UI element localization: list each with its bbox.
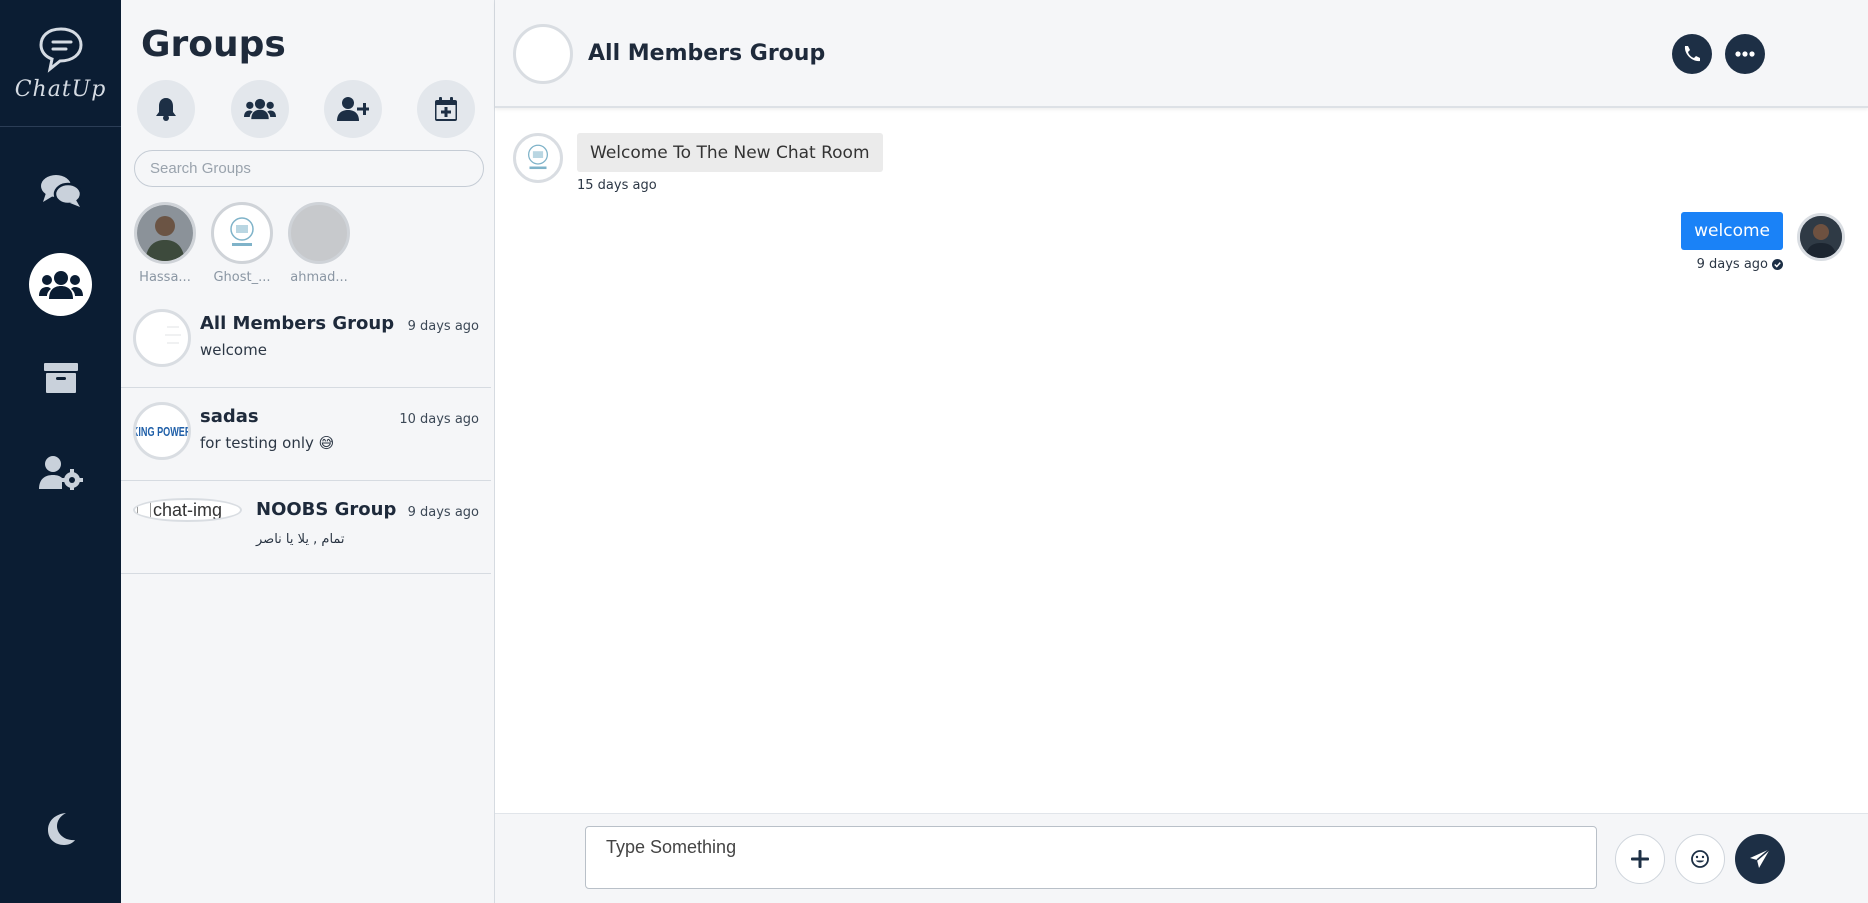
delivered-check-icon xyxy=(1772,259,1783,270)
emoji-icon xyxy=(1691,850,1709,868)
more-icon xyxy=(1735,51,1755,57)
rail-dark-mode-toggle[interactable] xyxy=(29,797,92,860)
chat-time: 9 days ago xyxy=(407,505,479,520)
message-meta: 9 days ago xyxy=(1697,257,1783,272)
chat-time: 10 days ago xyxy=(399,412,479,427)
my-avatar xyxy=(1797,213,1845,261)
calendar-plus-icon xyxy=(435,97,457,121)
call-button[interactable] xyxy=(1672,34,1712,74)
avatar-placeholder xyxy=(288,202,350,264)
groups-icon xyxy=(38,270,83,299)
search-groups-input[interactable] xyxy=(134,150,484,187)
rail-archive-button[interactable] xyxy=(29,346,92,409)
avatar xyxy=(211,202,273,264)
group-image-icon xyxy=(165,326,181,344)
chat-time: 9 days ago xyxy=(407,319,479,334)
user-plus-icon xyxy=(337,97,369,121)
emoji-button[interactable] xyxy=(1675,834,1725,884)
message-bubble: Welcome To The New Chat Room xyxy=(577,133,883,172)
message-input[interactable] xyxy=(585,826,1597,889)
chat-list-item[interactable]: chat-img NOOBS Group تمام , يلا يا ناصر … xyxy=(121,481,491,574)
plus-icon xyxy=(1631,850,1649,868)
send-icon xyxy=(1750,848,1771,868)
online-user[interactable]: Ghost_... xyxy=(211,202,273,285)
crest-logo-icon xyxy=(230,217,254,246)
app-logo[interactable]: ChatUp xyxy=(0,0,121,127)
chat-title: sadas xyxy=(200,406,259,427)
avatar xyxy=(134,202,196,264)
bell-icon xyxy=(156,98,176,121)
group-avatar-text: KING POWER xyxy=(133,423,191,439)
broken-image-icon xyxy=(137,502,151,518)
chat-icon xyxy=(40,174,82,207)
nav-rail: ChatUp xyxy=(0,0,121,903)
crest-logo-icon xyxy=(528,144,548,170)
message-time: 9 days ago xyxy=(1696,257,1768,272)
online-user-name: Ghost_... xyxy=(213,270,271,285)
sender-avatar xyxy=(513,133,563,183)
chat-title: NOOBS Group xyxy=(256,499,397,520)
chat-list-item[interactable]: KING POWER sadas for testing only 😅 10 d… xyxy=(121,388,491,481)
chat-list-item[interactable]: All Members Group welcome 9 days ago xyxy=(121,295,491,388)
rail-user-settings-button[interactable] xyxy=(29,441,92,504)
attach-button[interactable] xyxy=(1615,834,1665,884)
users-icon xyxy=(244,98,276,120)
online-user[interactable]: Hassa... xyxy=(134,202,196,285)
message-bubble: welcome xyxy=(1681,212,1783,250)
members-button[interactable] xyxy=(231,80,289,138)
chat-header-avatar[interactable] xyxy=(513,24,573,84)
chat-last-message: for testing only 😅 xyxy=(200,434,335,452)
user-settings-icon xyxy=(38,455,83,490)
groups-panel: Groups Search Groups Hassa... Ghost_... … xyxy=(121,0,495,903)
online-user[interactable]: ahmad... xyxy=(288,202,350,285)
message-composer xyxy=(495,813,1868,903)
logo-chat-icon xyxy=(38,26,83,73)
send-button[interactable] xyxy=(1735,834,1785,884)
chat-area: All Members Group Welcome To The New Cha… xyxy=(495,0,1868,903)
chat-title: All Members Group xyxy=(200,313,395,334)
chat-header: All Members Group xyxy=(495,0,1868,108)
broken-image: chat-img xyxy=(133,498,242,522)
logo-text: ChatUp xyxy=(14,76,107,102)
group-avatar xyxy=(133,309,191,367)
chat-last-message: تمام , يلا يا ناصر xyxy=(256,532,345,547)
online-user-name: Hassa... xyxy=(139,270,191,285)
add-event-button[interactable] xyxy=(417,80,475,138)
broken-image-alt: chat-img xyxy=(153,499,223,520)
rail-chats-button[interactable] xyxy=(29,159,92,222)
phone-icon xyxy=(1684,46,1700,62)
rail-groups-button[interactable] xyxy=(29,253,92,316)
message-time: 15 days ago xyxy=(577,178,657,193)
user-photo-icon xyxy=(1800,216,1842,258)
add-user-button[interactable] xyxy=(324,80,382,138)
online-user-name: ahmad... xyxy=(290,270,348,285)
chat-header-title: All Members Group xyxy=(588,41,826,66)
panel-title: Groups xyxy=(141,24,286,65)
more-options-button[interactable] xyxy=(1725,34,1765,74)
notifications-button[interactable] xyxy=(137,80,195,138)
group-avatar: KING POWER xyxy=(133,402,191,460)
moon-icon xyxy=(47,812,75,845)
archive-icon xyxy=(43,362,78,393)
user-photo-icon xyxy=(137,205,193,261)
chat-last-message: welcome xyxy=(200,341,267,359)
